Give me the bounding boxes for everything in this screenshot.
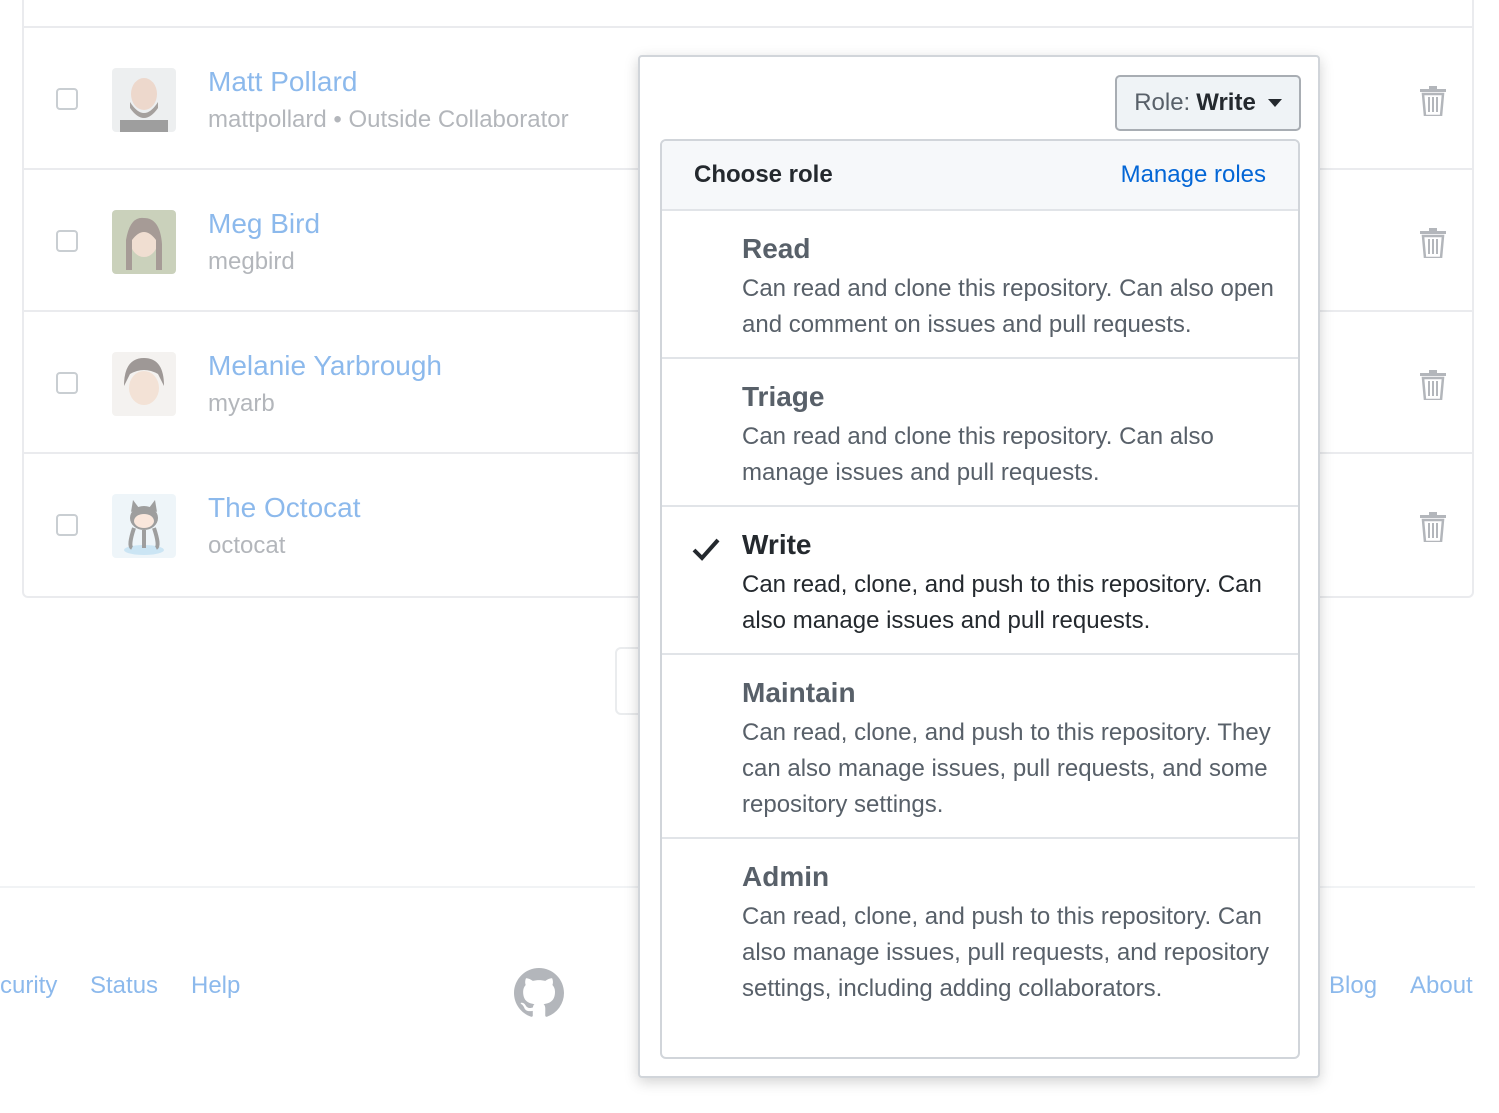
member-name-link[interactable]: The Octocat bbox=[208, 492, 361, 524]
role-option-write[interactable]: Write Can read, clone, and push to this … bbox=[662, 507, 1298, 655]
avatar bbox=[112, 68, 176, 132]
role-option-title: Triage bbox=[742, 381, 825, 412]
caret-down-icon bbox=[1267, 99, 1282, 107]
select-checkbox[interactable] bbox=[56, 372, 78, 394]
menu-title: Choose role bbox=[694, 161, 833, 188]
role-label: Role: bbox=[1134, 89, 1191, 116]
role-value: Write bbox=[1196, 89, 1256, 116]
member-username: octocat bbox=[208, 532, 286, 559]
role-menu: Choose role Manage roles Read Can read a… bbox=[660, 139, 1300, 1059]
footer-link-blog[interactable]: Blog bbox=[1329, 972, 1377, 1000]
role-option-title: Read bbox=[742, 233, 811, 264]
menu-header: Choose role Manage roles bbox=[662, 141, 1298, 211]
trash-icon[interactable] bbox=[1419, 86, 1447, 116]
member-tag: Outside Collaborator bbox=[348, 106, 569, 133]
footer-link-security[interactable]: curity bbox=[0, 972, 57, 1000]
member-username: myarb bbox=[208, 390, 275, 417]
separator-dot: • bbox=[333, 106, 342, 133]
role-option-maintain[interactable]: Maintain Can read, clone, and push to th… bbox=[662, 655, 1298, 839]
role-option-description: Can read, clone, and push to this reposi… bbox=[742, 903, 1269, 1002]
footer-link-status[interactable]: Status bbox=[90, 972, 158, 1000]
select-checkbox[interactable] bbox=[56, 230, 78, 252]
role-option-description: Can read and clone this repository. Can … bbox=[742, 423, 1214, 486]
role-option-description: Can read, clone, and push to this reposi… bbox=[742, 719, 1271, 818]
role-option-admin[interactable]: Admin Can read, clone, and push to this … bbox=[662, 839, 1298, 1057]
trash-icon[interactable] bbox=[1419, 512, 1447, 542]
member-username: mattpollard bbox=[208, 106, 327, 133]
select-checkbox[interactable] bbox=[56, 514, 78, 536]
role-option-title: Admin bbox=[742, 861, 830, 892]
member-name-link[interactable]: Matt Pollard bbox=[208, 66, 357, 98]
trash-icon[interactable] bbox=[1419, 228, 1447, 258]
member-name-link[interactable]: Melanie Yarbrough bbox=[208, 350, 442, 382]
check-icon bbox=[692, 538, 720, 561]
role-option-title: Maintain bbox=[742, 677, 856, 708]
role-option-triage[interactable]: Triage Can read and clone this repositor… bbox=[662, 359, 1298, 507]
avatar bbox=[112, 210, 176, 274]
list-top-edge bbox=[22, 0, 1474, 28]
trash-icon[interactable] bbox=[1419, 370, 1447, 400]
select-checkbox[interactable] bbox=[56, 88, 78, 110]
footer-link-help[interactable]: Help bbox=[191, 972, 240, 1000]
member-username: megbird bbox=[208, 248, 295, 275]
role-option-title: Write bbox=[742, 529, 812, 560]
avatar bbox=[112, 494, 176, 558]
role-option-read[interactable]: Read Can read and clone this repository.… bbox=[662, 211, 1298, 359]
member-subtitle: mattpollard • Outside Collaborator bbox=[208, 106, 569, 134]
role-select-button[interactable]: Role: Write bbox=[1115, 75, 1301, 131]
role-popover: Role: Write Choose role Manage roles Rea… bbox=[638, 55, 1320, 1078]
role-option-description: Can read and clone this repository. Can … bbox=[742, 275, 1274, 338]
avatar bbox=[112, 352, 176, 416]
member-name-link[interactable]: Meg Bird bbox=[208, 208, 320, 240]
github-mark-icon[interactable] bbox=[514, 968, 564, 1018]
footer-link-about[interactable]: About bbox=[1410, 972, 1473, 1000]
role-option-description: Can read, clone, and push to this reposi… bbox=[742, 571, 1262, 634]
manage-roles-link[interactable]: Manage roles bbox=[1121, 161, 1266, 189]
